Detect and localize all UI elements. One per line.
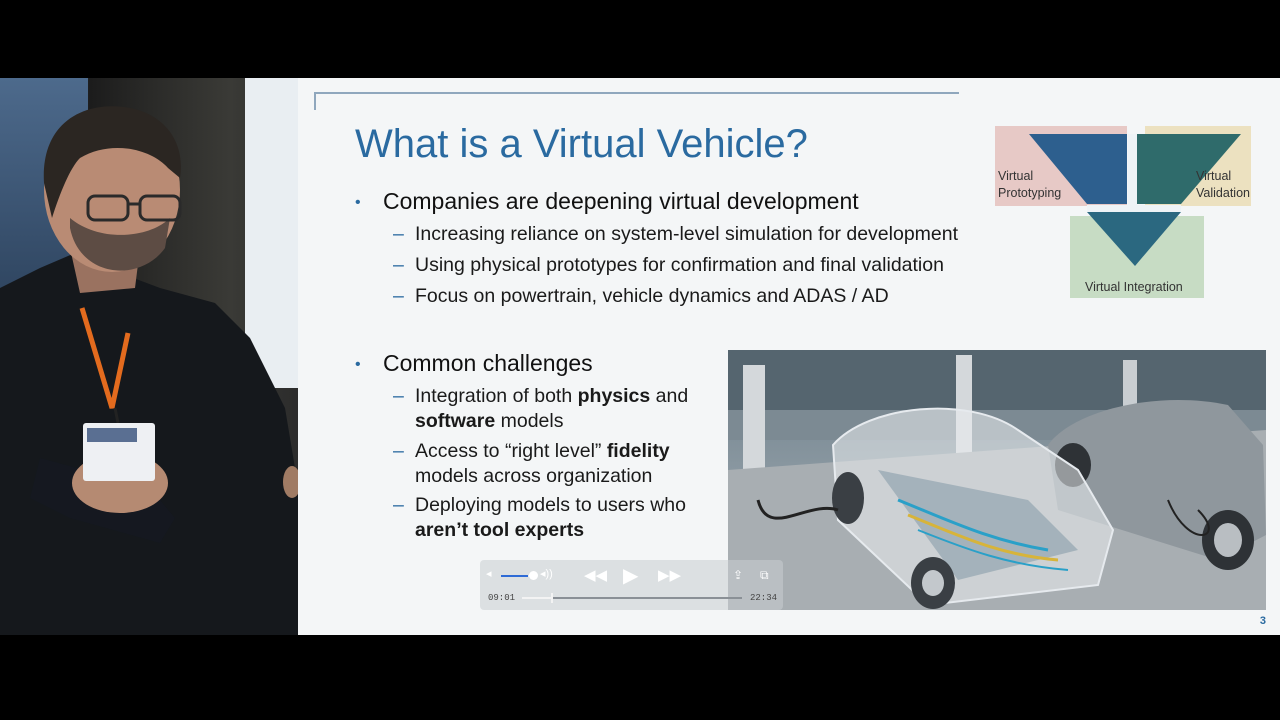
sub-bullet-text: Deploying models to users who aren’t tool… (415, 494, 686, 541)
sub-bullet: – Integration of both physics and software… (393, 385, 689, 432)
video-frame[interactable]: What is a Virtual Vehicle? • Companies ar… (0, 78, 1280, 635)
diagram-label-bottom: Virtual Integration (1085, 280, 1183, 294)
sub-bullet: – Access to “right level” fidelity models … (393, 440, 670, 487)
sub-bullet: – Focus on powertrain, vehicle dynamics a… (393, 285, 889, 307)
current-time: 09:01 (488, 593, 516, 603)
bullet-dot-icon: • (355, 193, 361, 211)
virtual-vehicle-diagram: Virtual Prototyping Virtual Validation Vir… (995, 124, 1251, 299)
bullet-heading: • Companies are deepening virtual develop… (355, 188, 859, 215)
seek-progress (522, 597, 552, 599)
bullet-heading-text: Companies are deepening virtual developm… (383, 188, 859, 214)
speaker-figure (0, 106, 300, 635)
pip-icon[interactable]: ⧉ (760, 568, 769, 583)
video-player-controls: ◂ ◂)) ◀◀ ▶ ▶▶ ⇪ ⧉ 09:01 22:34 (480, 560, 783, 610)
play-icon[interactable]: ▶ (623, 563, 638, 588)
slide-page-number: 3 (1259, 615, 1266, 627)
sub-bullet-text: Increasing reliance on system-level simu… (415, 223, 959, 245)
triangle-diagram-graphic (995, 126, 1251, 298)
bullet-dot-icon: • (355, 355, 361, 373)
sub-bullet-text: Access to “right level” fidelity models a… (415, 440, 670, 487)
volume-high-icon[interactable]: ◂)) (540, 567, 553, 580)
bullet-heading: • Common challenges (355, 350, 593, 377)
rewind-icon[interactable]: ◀◀ (584, 566, 607, 584)
slide-decor-line-vertical (314, 92, 316, 110)
presentation-slide: What is a Virtual Vehicle? • Companies ar… (298, 78, 1280, 635)
volume-low-icon[interactable]: ◂ (486, 567, 492, 580)
volume-knob[interactable] (529, 571, 538, 580)
bullet-heading-text: Common challenges (383, 350, 593, 376)
share-icon[interactable]: ⇪ (733, 568, 743, 582)
sub-bullet-text: Using physical prototypes for confirmati… (415, 254, 944, 276)
volume-fill (501, 575, 529, 577)
seek-knob[interactable] (551, 593, 553, 603)
fast-forward-icon[interactable]: ▶▶ (658, 566, 681, 584)
sub-bullet-text: Integration of both physics and software … (415, 385, 689, 432)
letterbox-bottom (0, 635, 1280, 720)
slide-title: What is a Virtual Vehicle? (355, 122, 808, 166)
sub-bullet-text: Focus on powertrain, vehicle dynamics an… (415, 285, 889, 307)
sub-bullet: – Deploying models to users who aren’t too… (393, 494, 686, 541)
sub-bullet: – Increasing reliance on system-level sim… (393, 223, 959, 245)
seek-bar[interactable] (522, 593, 742, 603)
total-time: 22:34 (750, 593, 778, 603)
virtual-vehicle-photo (728, 350, 1266, 610)
slide-decor-line (314, 92, 959, 94)
car-illustration (728, 350, 1266, 610)
sub-bullet: – Using physical prototypes for confirmat… (393, 254, 944, 276)
